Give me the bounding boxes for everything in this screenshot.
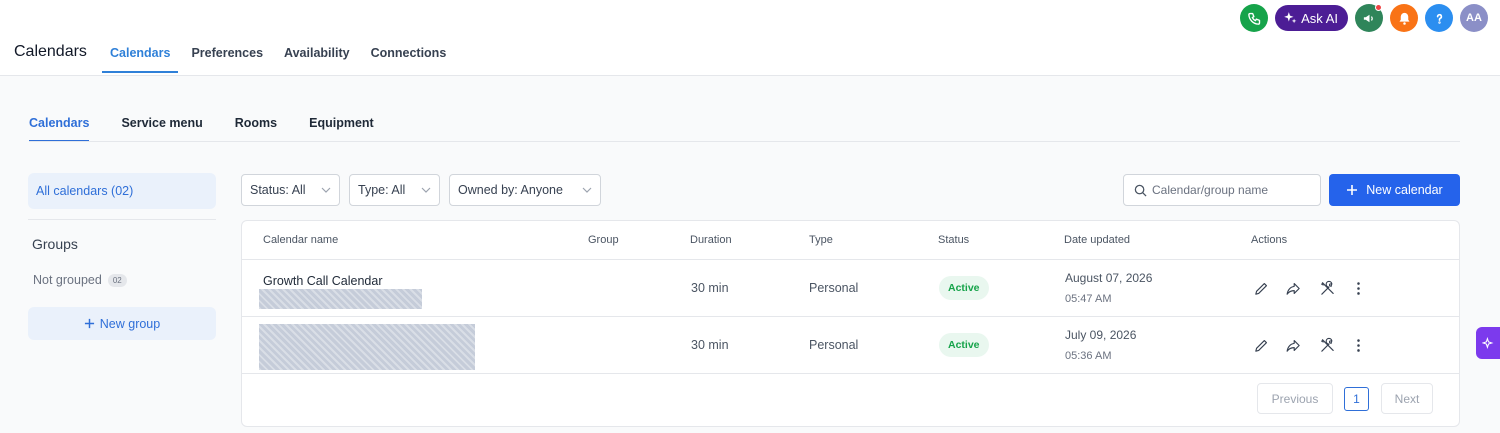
- not-grouped-item[interactable]: Not grouped 02: [33, 273, 127, 287]
- not-grouped-label: Not grouped: [33, 273, 102, 287]
- tab-connections[interactable]: Connections: [371, 0, 447, 76]
- duration-cell: 30 min: [691, 281, 729, 295]
- help-button[interactable]: [1425, 4, 1453, 32]
- phone-button[interactable]: [1240, 4, 1269, 32]
- settings-button[interactable]: [1317, 278, 1337, 298]
- megaphone-icon: [1363, 14, 1373, 22]
- time-updated: 05:47 AM: [1065, 293, 1112, 305]
- avatar[interactable]: AA: [1460, 4, 1488, 32]
- top-icon-bar: Ask AI AA: [1240, 4, 1488, 32]
- edit-button[interactable]: [1251, 278, 1271, 298]
- search-box: [1123, 174, 1321, 206]
- notifications-button[interactable]: [1390, 4, 1418, 32]
- tab-availability[interactable]: Availability: [284, 0, 350, 76]
- plus-icon: [1347, 185, 1358, 195]
- settings-button[interactable]: [1317, 335, 1337, 355]
- question-icon: [1436, 13, 1442, 24]
- table-row[interactable]: Growth Call Calendar 30 min Personal Act…: [242, 259, 1459, 316]
- subtab-service-menu[interactable]: Service menu: [121, 116, 202, 142]
- subtab-equipment[interactable]: Equipment: [309, 116, 374, 142]
- all-calendars-item[interactable]: All calendars (02): [28, 173, 216, 209]
- type-filter-value: Type: All: [358, 183, 406, 197]
- ask-ai-label: Ask AI: [1301, 10, 1338, 26]
- page-number-button[interactable]: 1: [1344, 387, 1369, 411]
- row-divider: [242, 373, 1459, 374]
- status-badge: Active: [939, 276, 989, 300]
- calendar-name-link[interactable]: Growth Call Calendar: [263, 274, 383, 288]
- pencil-icon: [1254, 339, 1267, 352]
- chevron-down-icon: [421, 187, 431, 193]
- subtab-divider: [29, 141, 1460, 142]
- calendars-table: Calendar name Group Duration Type Status…: [241, 220, 1460, 427]
- bell-icon: [1399, 12, 1409, 25]
- col-type: Type: [809, 234, 833, 246]
- more-options-button[interactable]: [1348, 335, 1368, 355]
- groups-title: Groups: [32, 236, 78, 252]
- tools-icon: [1320, 337, 1334, 352]
- col-duration: Duration: [690, 234, 732, 246]
- plus-icon: [84, 318, 94, 329]
- type-cell: Personal: [809, 338, 859, 352]
- vertical-dots-icon: [1356, 281, 1360, 295]
- subtab-rooms[interactable]: Rooms: [235, 116, 277, 142]
- new-calendar-label: New calendar: [1366, 183, 1443, 197]
- announcements-button[interactable]: [1355, 4, 1383, 32]
- previous-page-button[interactable]: Previous: [1257, 383, 1333, 414]
- table-row[interactable]: 30 min Personal Active July 09, 2026 05:…: [242, 316, 1459, 373]
- sidebar-divider: [28, 219, 216, 220]
- share-arrow-icon: [1286, 339, 1300, 352]
- phone-icon: [1247, 12, 1260, 25]
- next-page-button[interactable]: Next: [1381, 383, 1433, 414]
- type-filter[interactable]: Type: All: [349, 174, 440, 206]
- new-group-button[interactable]: New group: [28, 307, 216, 340]
- pencil-icon: [1254, 282, 1267, 295]
- vertical-dots-icon: [1356, 338, 1360, 352]
- col-status: Status: [938, 234, 970, 246]
- subtab-calendars[interactable]: Calendars: [29, 116, 90, 142]
- time-updated: 05:36 AM: [1065, 350, 1112, 362]
- tools-icon: [1320, 280, 1334, 295]
- chevron-down-icon: [321, 187, 331, 193]
- top-tabs: Calendars Preferences Availability Conne…: [101, 0, 467, 76]
- date-updated: July 09, 2026: [1065, 328, 1137, 342]
- status-filter-value: Status: All: [250, 183, 306, 197]
- search-icon: [1134, 184, 1147, 197]
- col-calendar-name: Calendar name: [263, 234, 339, 246]
- col-group: Group: [588, 234, 619, 246]
- type-cell: Personal: [809, 281, 859, 295]
- redacted-text: [259, 289, 422, 309]
- sparkle-icon: [1284, 12, 1297, 24]
- more-options-button[interactable]: [1348, 278, 1368, 298]
- page-title: Calendars: [14, 43, 87, 60]
- owner-filter[interactable]: Owned by: Anyone: [449, 174, 601, 206]
- new-calendar-button[interactable]: New calendar: [1329, 174, 1460, 206]
- top-header: Calendars Calendars Preferences Availabi…: [0, 0, 1500, 76]
- status-filter[interactable]: Status: All: [241, 174, 340, 206]
- notification-dot: [1375, 4, 1382, 11]
- new-group-label: New group: [99, 316, 161, 331]
- sub-tabs: Calendars Service menu Rooms Equipment: [29, 116, 406, 142]
- share-button[interactable]: [1283, 335, 1303, 355]
- tab-calendars[interactable]: Calendars: [101, 0, 179, 76]
- tab-preferences[interactable]: Preferences: [191, 0, 263, 76]
- owner-filter-value: Owned by: Anyone: [458, 183, 563, 197]
- edit-button[interactable]: [1251, 335, 1271, 355]
- date-updated: August 07, 2026: [1065, 271, 1153, 285]
- status-badge: Active: [939, 333, 989, 357]
- not-grouped-count: 02: [107, 273, 127, 287]
- ai-side-panel-button[interactable]: [1476, 327, 1500, 359]
- share-arrow-icon: [1286, 282, 1300, 295]
- ask-ai-button[interactable]: Ask AI: [1275, 5, 1348, 31]
- redacted-text: [259, 324, 475, 370]
- col-date-updated: Date updated: [1064, 234, 1131, 246]
- search-input[interactable]: [1152, 183, 1312, 197]
- share-button[interactable]: [1283, 278, 1303, 298]
- col-actions: Actions: [1251, 234, 1288, 246]
- duration-cell: 30 min: [691, 338, 729, 352]
- chevron-down-icon: [582, 187, 592, 193]
- sparkle-icon: [1481, 336, 1493, 349]
